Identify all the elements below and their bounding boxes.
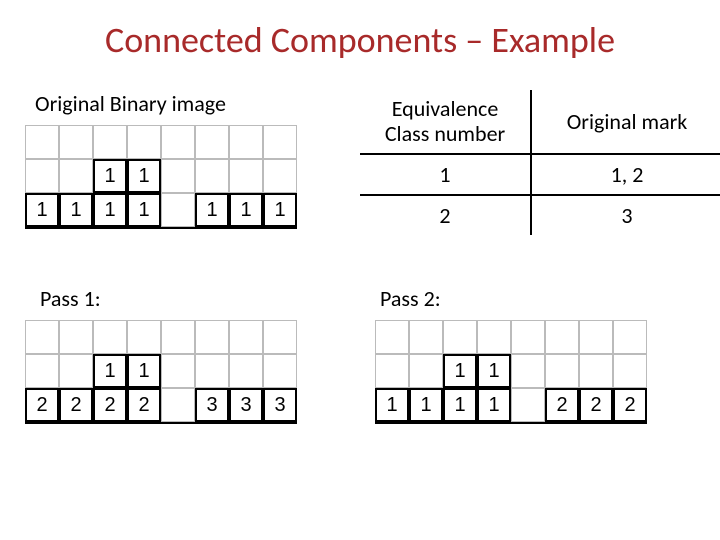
grid-cell (511, 388, 545, 422)
grid-pass2: 111111222 (375, 320, 647, 422)
grid-cell: 1 (229, 193, 263, 227)
grid-cell: 2 (545, 388, 579, 422)
grid-cell (263, 320, 297, 354)
grid-cell (25, 159, 59, 193)
grid-cell: 2 (613, 388, 647, 422)
grid-cell (409, 320, 443, 354)
equivalence-table: Equivalence Class number Original mark 1… (360, 90, 720, 235)
grid-cell (195, 125, 229, 159)
grid-cell (161, 159, 195, 193)
grid-cell (477, 320, 511, 354)
eq-row0-om: 1, 2 (532, 155, 720, 194)
grid-cell (161, 320, 195, 354)
grid-cell (229, 159, 263, 193)
grid-cell: 1 (127, 193, 161, 227)
grid-cell: 1 (25, 193, 59, 227)
grid-cell: 1 (93, 159, 127, 193)
grid-cell (263, 354, 297, 388)
grid-cell: 2 (579, 388, 613, 422)
label-original: Original Binary image (35, 90, 226, 117)
grid-cell (545, 320, 579, 354)
grid-cell (25, 125, 59, 159)
eq-header-ecn: Equivalence Class number (360, 90, 532, 153)
grid-cell (511, 354, 545, 388)
grid-cell (59, 320, 93, 354)
grid-cell (161, 388, 195, 422)
grid-cell: 3 (229, 388, 263, 422)
grid-cell (409, 354, 443, 388)
grid-cell (93, 320, 127, 354)
grid-cell (127, 125, 161, 159)
grid-cell (263, 159, 297, 193)
grid-cell (195, 159, 229, 193)
grid-cell (263, 125, 297, 159)
grid-cell: 1 (127, 159, 161, 193)
grid-cell: 1 (443, 388, 477, 422)
grid-cell: 1 (443, 354, 477, 388)
grid-cell: 1 (409, 388, 443, 422)
grid-cell (195, 354, 229, 388)
grid-cell (443, 320, 477, 354)
grid-cell (229, 320, 263, 354)
grid-cell: 1 (93, 193, 127, 227)
grid-cell: 2 (25, 388, 59, 422)
grid-cell (613, 320, 647, 354)
grid-cell (59, 125, 93, 159)
grid-pass1: 112222333 (25, 320, 297, 422)
eq-row0-ecn: 1 (360, 155, 532, 194)
grid-cell (25, 320, 59, 354)
label-pass2: Pass 2: (380, 285, 441, 312)
grid-cell (59, 354, 93, 388)
grid-cell (375, 354, 409, 388)
grid-cell (375, 320, 409, 354)
grid-cell (613, 354, 647, 388)
grid-cell (229, 354, 263, 388)
grid-cell: 2 (59, 388, 93, 422)
grid-cell (511, 320, 545, 354)
eq-row1-om: 3 (532, 196, 720, 235)
page-title: Connected Components – Example (0, 0, 720, 62)
grid-cell (579, 354, 613, 388)
grid-cell (545, 354, 579, 388)
grid-cell: 1 (477, 388, 511, 422)
eq-row1-ecn: 2 (360, 196, 532, 235)
grid-cell: 1 (195, 193, 229, 227)
grid-cell: 2 (127, 388, 161, 422)
grid-cell: 1 (127, 354, 161, 388)
grid-original: 111111111 (25, 125, 297, 227)
grid-cell: 1 (263, 193, 297, 227)
grid-cell (579, 320, 613, 354)
grid-cell: 1 (59, 193, 93, 227)
grid-cell (229, 125, 263, 159)
eq-header-om: Original mark (532, 90, 720, 153)
grid-cell (59, 159, 93, 193)
grid-cell: 3 (195, 388, 229, 422)
grid-cell (161, 125, 195, 159)
label-pass1: Pass 1: (40, 285, 101, 312)
grid-cell: 1 (477, 354, 511, 388)
grid-cell (161, 354, 195, 388)
grid-cell: 3 (263, 388, 297, 422)
grid-cell: 1 (93, 354, 127, 388)
grid-cell (93, 125, 127, 159)
grid-cell: 1 (375, 388, 409, 422)
grid-cell: 2 (93, 388, 127, 422)
grid-cell (127, 320, 161, 354)
grid-cell (25, 354, 59, 388)
grid-cell (195, 320, 229, 354)
grid-cell (161, 193, 195, 227)
